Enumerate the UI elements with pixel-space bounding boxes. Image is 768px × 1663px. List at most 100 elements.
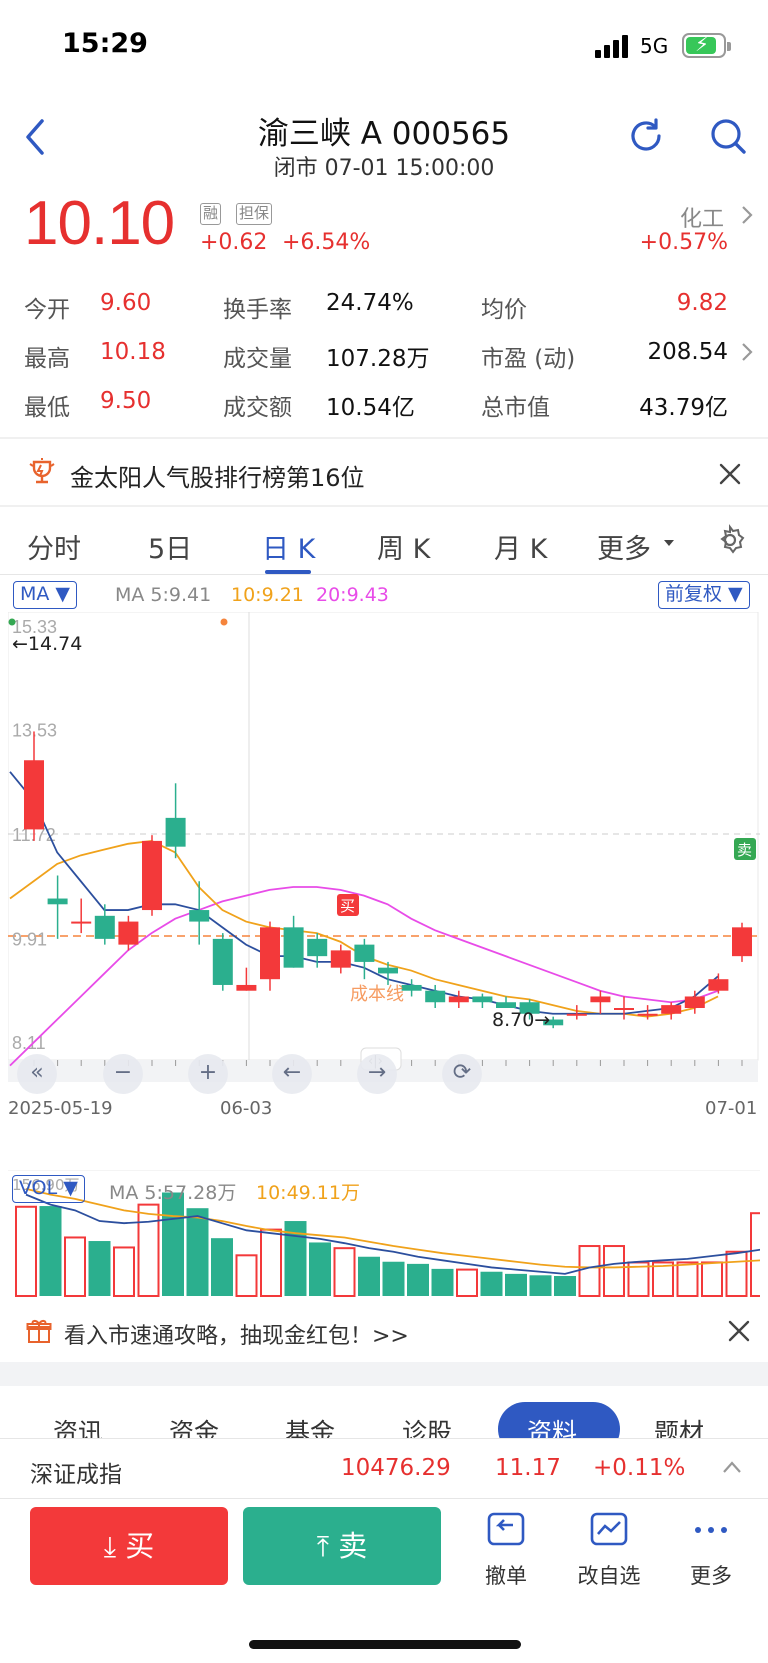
chevron-right-icon[interactable] [741, 205, 753, 225]
sell-label: 卖 [338, 1529, 368, 1563]
close-icon[interactable] [726, 1318, 752, 1344]
volume-bar [529, 1275, 552, 1296]
divider [0, 505, 768, 507]
volume-bar [505, 1273, 527, 1296]
candle-body [260, 927, 280, 980]
sector-name[interactable]: 化工 [680, 201, 724, 233]
promo-text[interactable]: 看入市速通攻略，抽现金红包！>> [64, 1318, 409, 1350]
candle-body [354, 944, 375, 962]
stat-value: 9.50 [100, 388, 152, 414]
volume-bar [382, 1261, 405, 1296]
candle-body [684, 996, 705, 1009]
x-date-label: 2025-05-19 [8, 1098, 113, 1119]
candle-body [307, 938, 328, 957]
candle-body [661, 1005, 682, 1014]
gift-icon [26, 1320, 52, 1343]
divider [0, 437, 768, 439]
rotate-screen-icon[interactable]: ⟳ [442, 1054, 482, 1094]
ma-selector-label: MA [20, 583, 50, 605]
cancel-order-icon[interactable] [485, 1510, 527, 1552]
candle-body [118, 921, 139, 945]
volume-bar [15, 1205, 37, 1297]
tab-5day[interactable]: 5日 [148, 527, 192, 566]
trophy-icon [29, 458, 55, 484]
stat-value: 24.74% [326, 290, 414, 316]
chevron-right-icon[interactable] [741, 342, 753, 362]
volume-bar [186, 1208, 209, 1296]
candle-body [401, 984, 422, 991]
volume-bar [676, 1261, 699, 1297]
volume-bar [64, 1236, 86, 1298]
tab-intraday[interactable]: 分时 [27, 527, 81, 566]
close-icon[interactable] [717, 461, 743, 487]
stat-value: 43.79亿 [639, 395, 728, 421]
candle-body [708, 979, 729, 991]
sell-marker-label: 卖 [737, 841, 752, 859]
stat-value[interactable]: 208.54 [648, 339, 728, 365]
volume-bar [701, 1261, 723, 1297]
x-date-label: 06-03 [220, 1098, 272, 1119]
refresh-icon[interactable] [626, 116, 666, 156]
gear-icon[interactable] [714, 524, 746, 556]
candle-body [614, 1008, 634, 1011]
volume-bar [137, 1203, 160, 1297]
zoom-in-icon[interactable]: + [188, 1054, 228, 1094]
margin-tag: 融 [200, 203, 222, 225]
edit-watchlist-label[interactable]: 改自选 [564, 1560, 654, 1590]
volume-bar [431, 1268, 454, 1296]
edit-watchlist-icon[interactable] [588, 1510, 630, 1552]
adjust-selector[interactable]: 前复权 ▼ [658, 581, 750, 609]
volume-bar [456, 1268, 478, 1297]
sector-change: +0.57% [639, 230, 728, 255]
candle-body [448, 996, 469, 1003]
x-date-label: 07-01 [705, 1098, 757, 1119]
index-percent: +0.11% [593, 1455, 686, 1481]
stat-label[interactable]: 市盈 (动) [481, 339, 575, 373]
zoom-out-icon[interactable]: − [103, 1054, 143, 1094]
buy-button[interactable]: ⤓ 买 [30, 1507, 228, 1585]
stat-label: 均价 [481, 297, 527, 323]
scroll-right-icon[interactable]: → [357, 1054, 397, 1094]
candle-body [212, 938, 233, 985]
candle-body [142, 840, 162, 911]
candle-body [496, 1002, 516, 1009]
index-name: 深证成指 [30, 1462, 122, 1488]
change-amount: +0.62 [200, 230, 268, 255]
scroll-left-icon[interactable]: ← [272, 1054, 312, 1094]
candle-body [236, 984, 257, 991]
candle-body [94, 915, 115, 939]
candle-body [637, 1013, 658, 1016]
cancel-order-label[interactable]: 撤单 [461, 1560, 551, 1590]
vol-ma5-value: MA 5:57.28万 [109, 1182, 237, 1204]
zoom-fit-icon[interactable]: « [17, 1054, 57, 1094]
tab-daily-k[interactable]: 日 K [262, 527, 315, 566]
ranking-banner[interactable]: 金太阳人气股排行榜第16位 [70, 458, 365, 493]
search-icon[interactable] [708, 116, 748, 156]
tab-monthly-k[interactable]: 月 K [494, 527, 547, 566]
caret-down-icon[interactable] [663, 538, 675, 548]
status-time: 15:29 [62, 28, 148, 59]
last-price: 10.10 [24, 189, 175, 258]
volume-bar [39, 1206, 62, 1296]
tab-more[interactable]: 更多 [597, 527, 651, 566]
stat-label: 换手率 [223, 297, 292, 323]
volume-bar [480, 1271, 503, 1296]
vol-ma10-value: 10:49.11万 [256, 1182, 360, 1204]
stat-value: 10.18 [100, 339, 166, 365]
index-change: 11.17 [495, 1455, 561, 1481]
more-label[interactable]: 更多 [666, 1560, 756, 1590]
more-icon[interactable] [690, 1510, 732, 1552]
tab-weekly-k[interactable]: 周 K [377, 527, 430, 566]
chevron-up-icon[interactable] [722, 1460, 742, 1474]
ma-selector[interactable]: MA ▼ [13, 581, 78, 609]
vol-selector[interactable]: VOL ▼ [12, 1175, 85, 1203]
index-value: 10476.29 [341, 1455, 451, 1481]
stat-label: 最低 [24, 395, 70, 421]
candle-body [189, 910, 210, 922]
ma5-value: MA 5:9.41 [115, 584, 212, 606]
sell-button[interactable]: ⤒ 卖 [243, 1507, 441, 1585]
volume-bar [113, 1246, 135, 1297]
candle-body [165, 817, 186, 847]
vol-selector-label: VOL [19, 1177, 58, 1199]
stat-label: 成交额 [223, 395, 292, 421]
